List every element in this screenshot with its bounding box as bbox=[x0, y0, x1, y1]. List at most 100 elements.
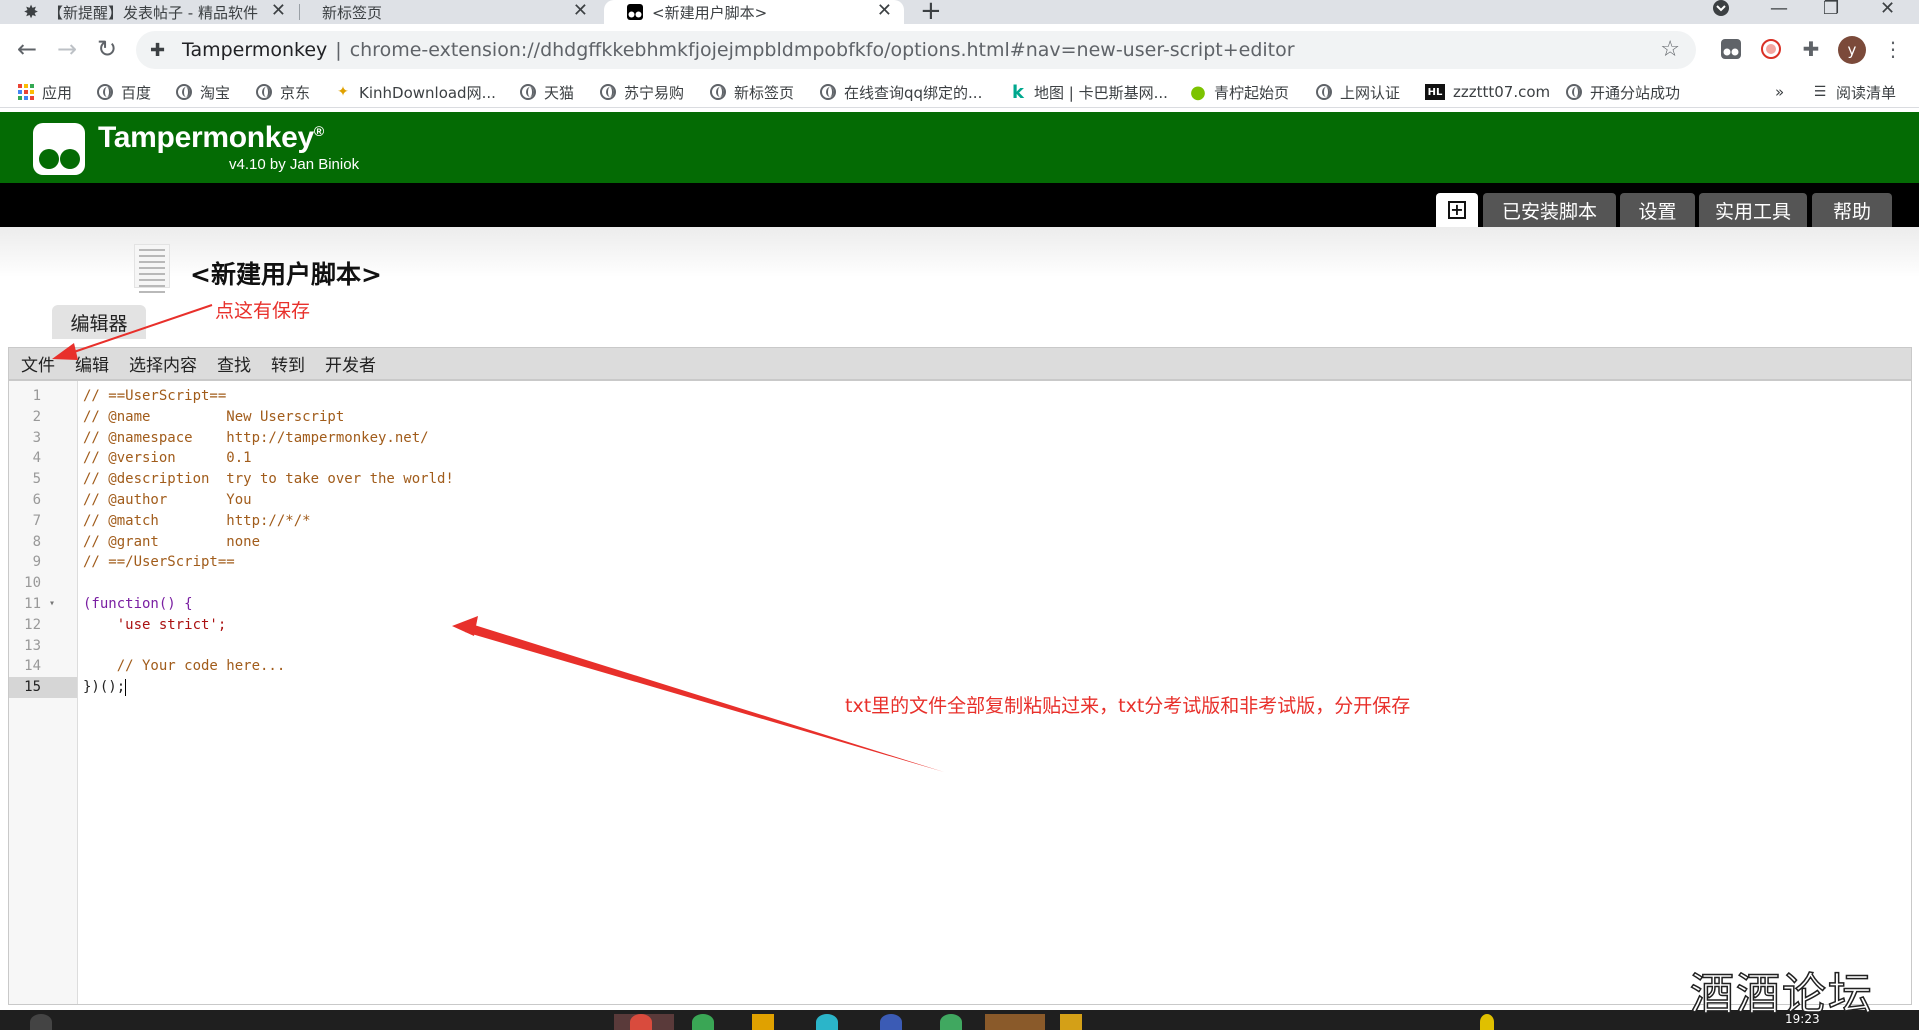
reading-list-button[interactable]: ☰ 阅读清单 bbox=[1812, 81, 1896, 103]
bookmarks-bar: 应用 百度 淘宝 京东 ✦ KinhDownload网... 天猫 苏宁易购 新标… bbox=[0, 76, 1919, 108]
address-bar[interactable]: ✚ Tampermonkey | chrome-extension://dhdg… bbox=[136, 31, 1696, 69]
reload-icon[interactable]: ↻ bbox=[92, 34, 122, 64]
bookmark-baidu[interactable]: 百度 bbox=[97, 81, 151, 103]
browser-tab-newtab[interactable]: 新标签页 ✕ bbox=[300, 0, 600, 24]
tab-new-script[interactable]: + bbox=[1436, 193, 1478, 227]
globe-icon bbox=[710, 84, 726, 100]
extensions-puzzle-icon[interactable]: ✚ bbox=[1798, 36, 1824, 62]
bookmark-zzzttt07[interactable]: HL zzzttt07.com bbox=[1425, 81, 1550, 103]
new-tab-button[interactable]: + bbox=[920, 0, 942, 26]
taskbar-app-icon[interactable] bbox=[692, 1014, 714, 1030]
line-number: 13 bbox=[24, 637, 41, 654]
tab-search-icon[interactable] bbox=[1712, 0, 1730, 22]
taskbar-app-icon[interactable] bbox=[880, 1014, 902, 1030]
tab-title: <新建用户脚本> bbox=[652, 3, 768, 22]
profile-avatar[interactable]: y bbox=[1838, 36, 1866, 64]
browser-menu-icon[interactable]: ⋮ bbox=[1880, 36, 1906, 62]
menu-file[interactable]: 文件 bbox=[21, 351, 55, 376]
bookmark-jd[interactable]: 京东 bbox=[256, 81, 310, 103]
menu-developer[interactable]: 开发者 bbox=[325, 351, 376, 376]
taskbar-app-icon[interactable] bbox=[940, 1014, 962, 1030]
line-number: 8 bbox=[32, 533, 41, 550]
bookmark-net-auth[interactable]: 上网认证 bbox=[1316, 81, 1400, 103]
tampermonkey-header: Tampermonkey® v4.10 by Jan Biniok bbox=[0, 112, 1919, 183]
bookmarks-overflow-button[interactable]: » bbox=[1775, 81, 1784, 103]
globe-icon bbox=[600, 84, 616, 100]
bookmark-qq-lookup[interactable]: 在线查询qq绑定的... bbox=[820, 81, 982, 103]
script-file-icon bbox=[134, 244, 170, 293]
record-extension-icon[interactable] bbox=[1758, 36, 1784, 62]
tab-settings[interactable]: 设置 bbox=[1620, 193, 1695, 227]
bookmark-label: 百度 bbox=[121, 83, 152, 102]
tab-utilities[interactable]: 实用工具 bbox=[1699, 193, 1807, 227]
os-taskbar: 19:23 bbox=[0, 1010, 1919, 1030]
menu-selection[interactable]: 选择内容 bbox=[129, 351, 197, 376]
bookmark-label: zzzttt07.com bbox=[1453, 83, 1551, 101]
tab-help[interactable]: 帮助 bbox=[1812, 193, 1892, 227]
address-url[interactable]: chrome-extension://dhdgffkkebhmkfjojejmp… bbox=[350, 39, 1295, 61]
line-number: 4 bbox=[32, 450, 41, 467]
line-number: 6 bbox=[32, 491, 41, 508]
bookmark-kinhdownload[interactable]: ✦ KinhDownload网... bbox=[335, 81, 496, 103]
close-window-button[interactable]: ✕ bbox=[1880, 0, 1895, 19]
code-line: // @match http://*/* bbox=[83, 512, 311, 529]
browser-toolbar: ← → ↻ ✚ Tampermonkey | chrome-extension:… bbox=[0, 24, 1919, 76]
minimize-button[interactable]: — bbox=[1770, 0, 1788, 19]
tray-icon[interactable] bbox=[1480, 1014, 1494, 1030]
taskbar-app-highlight[interactable] bbox=[985, 1014, 1045, 1030]
menu-goto[interactable]: 转到 bbox=[271, 351, 305, 376]
close-tab-icon[interactable]: ✕ bbox=[271, 0, 286, 22]
forward-arrow-icon[interactable]: → bbox=[52, 34, 82, 64]
code-line: // @name New Userscript bbox=[83, 408, 345, 425]
chrome-taskbar-icon[interactable] bbox=[630, 1014, 652, 1030]
back-arrow-icon[interactable]: ← bbox=[12, 34, 42, 64]
bookmark-label: 京东 bbox=[280, 83, 311, 102]
taskbar-app-icon[interactable] bbox=[816, 1014, 838, 1030]
bookmark-label: 在线查询qq绑定的... bbox=[844, 83, 983, 102]
code-line-text: })(); bbox=[83, 679, 126, 696]
line-number-active: 15 bbox=[9, 677, 77, 698]
bookmark-substation[interactable]: 开通分站成功 bbox=[1566, 81, 1680, 103]
restore-button[interactable]: ❐ bbox=[1823, 0, 1839, 19]
code-line: // @namespace http://tampermonkey.net/ bbox=[83, 429, 429, 446]
bookmark-apps[interactable]: 应用 bbox=[18, 81, 72, 103]
annotation-paste-hint: txt里的文件全部复制粘贴过来，txt分考试版和非考试版，分开保存 bbox=[845, 695, 1411, 717]
bookmark-taobao[interactable]: 淘宝 bbox=[176, 81, 230, 103]
code-line: // @grant none bbox=[83, 533, 261, 550]
bookmark-label: 应用 bbox=[42, 83, 73, 102]
close-tab-icon[interactable]: ✕ bbox=[573, 0, 588, 22]
bookmark-star-icon[interactable]: ☆ bbox=[1660, 37, 1680, 62]
line-number: 14 bbox=[24, 658, 41, 675]
line-number-foldable: 11 ▾ bbox=[9, 594, 77, 615]
bookmark-suning[interactable]: 苏宁易购 bbox=[600, 81, 684, 103]
browser-tab-active[interactable]: <新建用户脚本> ✕ bbox=[604, 0, 904, 24]
bookmark-kaspersky-map[interactable]: k 地图 | 卡巴斯基网... bbox=[1010, 81, 1168, 103]
fold-arrow-icon[interactable]: ▾ bbox=[49, 594, 55, 615]
bookmark-newtab[interactable]: 新标签页 bbox=[710, 81, 794, 103]
folder-taskbar-icon[interactable] bbox=[752, 1014, 774, 1030]
lime-icon: ● bbox=[1190, 81, 1206, 103]
globe-icon bbox=[256, 84, 272, 100]
bookmark-label: 淘宝 bbox=[200, 83, 231, 102]
code-line: // @author You bbox=[83, 491, 252, 508]
start-icon[interactable] bbox=[30, 1014, 52, 1030]
bookmark-tmall[interactable]: 天猫 bbox=[520, 81, 574, 103]
tab-editor[interactable]: 编辑器 bbox=[52, 305, 146, 339]
globe-icon bbox=[820, 84, 836, 100]
trademark-symbol: ® bbox=[313, 123, 324, 139]
line-number: 5 bbox=[32, 471, 41, 488]
menu-edit[interactable]: 编辑 bbox=[75, 351, 109, 376]
tampermonkey-extension-icon[interactable] bbox=[1718, 36, 1744, 62]
close-tab-icon[interactable]: ✕ bbox=[877, 0, 892, 22]
code-area[interactable]: // ==UserScript== // @name New Userscrip… bbox=[83, 386, 1911, 698]
menu-find[interactable]: 查找 bbox=[217, 351, 251, 376]
taskbar-app-icon[interactable] bbox=[1060, 1014, 1082, 1030]
code-line: // Your code here... bbox=[83, 658, 286, 675]
page-title: <新建用户脚本> bbox=[190, 260, 382, 289]
tab-installed-scripts[interactable]: 已安装脚本 bbox=[1483, 193, 1616, 227]
tab-strip: ✸ 【新提醒】发表帖子 - 精品软件 ✕ 新标签页 ✕ <新建用户脚本> ✕ +… bbox=[0, 0, 1919, 26]
bookmark-label: 上网认证 bbox=[1340, 83, 1401, 102]
browser-tab-post[interactable]: ✸ 【新提醒】发表帖子 - 精品软件 ✕ bbox=[0, 0, 298, 24]
bookmark-lime-home[interactable]: ● 青柠起始页 bbox=[1190, 81, 1289, 103]
